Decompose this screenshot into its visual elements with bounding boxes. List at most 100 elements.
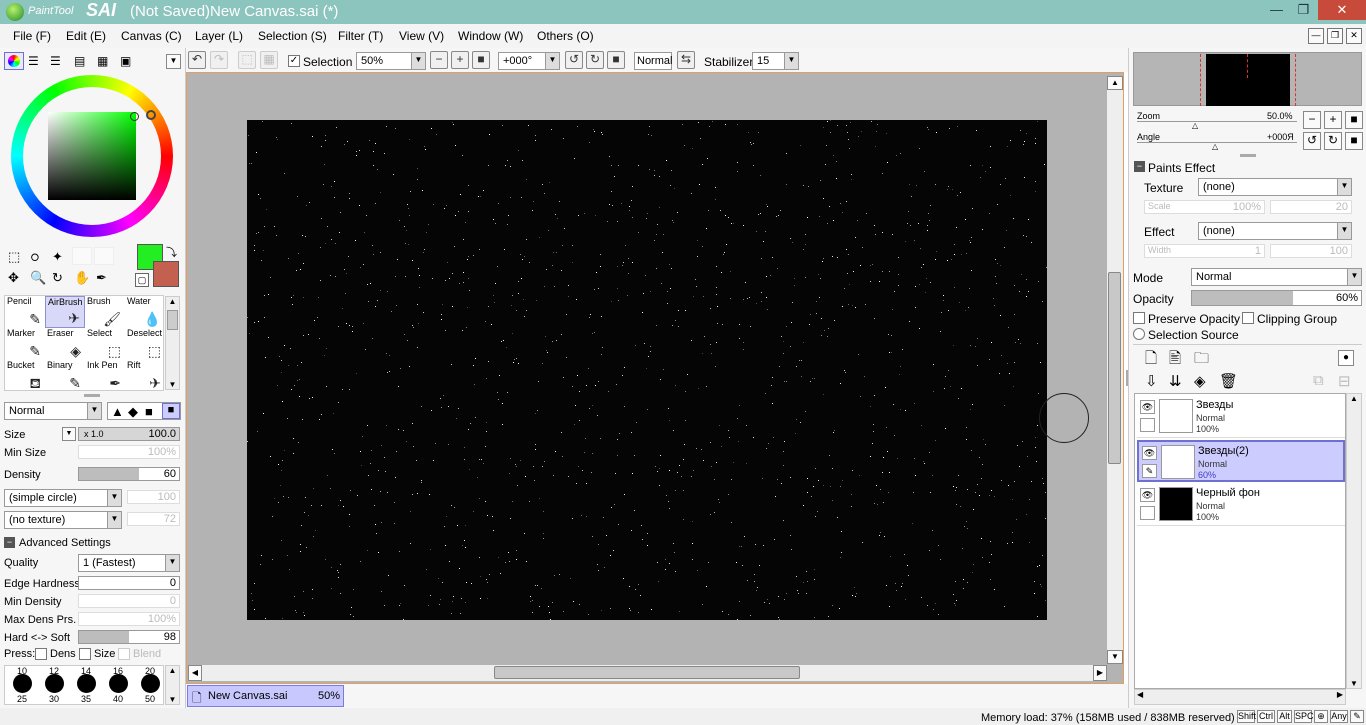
effect-select[interactable]: (none) ▼ bbox=[1198, 222, 1352, 240]
rotate-left-button[interactable]: ↺ bbox=[565, 51, 583, 69]
invert-selection-button[interactable]: ▦ bbox=[260, 51, 278, 69]
clear-layer-icon[interactable]: ◈ bbox=[1194, 372, 1206, 390]
navigator-preview[interactable] bbox=[1133, 52, 1362, 106]
mdi-minimize-button[interactable]: — bbox=[1308, 28, 1324, 44]
view-blend-select[interactable]: Normal bbox=[634, 52, 672, 70]
new-layer-icon[interactable]: 🗋 bbox=[1145, 348, 1157, 373]
scroll-right-button[interactable]: ▶ bbox=[1093, 665, 1107, 681]
menu-selection[interactable]: Selection (S) bbox=[258, 29, 327, 43]
mdi-restore-button[interactable]: ❐ bbox=[1327, 28, 1343, 44]
effect-width-slider[interactable]: Width 1 bbox=[1144, 244, 1265, 258]
new-folder-icon[interactable]: 🗀 bbox=[1194, 348, 1209, 373]
shape-strength-slider[interactable]: 100 bbox=[127, 490, 180, 504]
nav-zoom-in-button[interactable]: + bbox=[1324, 111, 1342, 129]
nav-zoom-reset-button[interactable]: ■ bbox=[1345, 111, 1363, 129]
close-button[interactable]: ✕ bbox=[1318, 0, 1366, 20]
press-size-checkbox[interactable] bbox=[79, 648, 91, 660]
collapse-advanced-icon[interactable]: − bbox=[4, 537, 15, 548]
stabilizer-select[interactable]: 15 ▼ bbox=[752, 52, 799, 70]
tool-eraser[interactable]: Eraser ◈ bbox=[45, 328, 85, 360]
brush-size-preset[interactable]: 10 25 bbox=[7, 666, 37, 704]
scroll-left-button[interactable]: ◀ bbox=[188, 665, 202, 681]
move-icon[interactable]: ✥ bbox=[8, 270, 19, 286]
vertical-scroll-thumb[interactable] bbox=[1108, 272, 1121, 464]
tool-ink-pen[interactable]: Ink Pen ✒ bbox=[85, 360, 125, 392]
navigator-splitter[interactable] bbox=[1240, 154, 1256, 157]
rgb-slider-tab[interactable]: ☰ bbox=[28, 54, 39, 68]
rotate-right-button[interactable]: ↻ bbox=[586, 51, 604, 69]
brush-tip-shapes[interactable]: ▲ ◆ ■ ■ bbox=[107, 402, 181, 420]
menu-others[interactable]: Others (O) bbox=[537, 29, 594, 43]
min-density-slider[interactable]: 0 bbox=[78, 594, 180, 608]
zoom-in-button[interactable]: + bbox=[451, 51, 469, 69]
press-dens-checkbox[interactable] bbox=[35, 648, 47, 660]
transfer-down-icon[interactable]: ⇩ bbox=[1145, 372, 1158, 390]
tool-marker[interactable]: Marker ✎ bbox=[5, 328, 45, 360]
hue-cursor[interactable] bbox=[146, 110, 156, 120]
tool-airbrush[interactable]: AirBrush ✈ bbox=[45, 296, 85, 328]
nav-zoom-out-button[interactable]: − bbox=[1303, 111, 1321, 129]
angle-select[interactable]: +000° ▼ bbox=[498, 52, 560, 70]
layer-mode-select[interactable]: Normal ▼ bbox=[1191, 268, 1362, 286]
vertical-scrollbar[interactable]: ▲ ▼ bbox=[1107, 76, 1123, 664]
tip-round-icon[interactable]: ◆ bbox=[128, 404, 138, 420]
zoom-reset-button[interactable]: ■ bbox=[472, 51, 490, 69]
texture-scale-slider[interactable]: Scale 100% bbox=[1144, 200, 1265, 214]
color-mixer-tab[interactable]: ▤ bbox=[74, 54, 85, 68]
scroll-up-button[interactable]: ▲ bbox=[1107, 76, 1123, 90]
brush-icon[interactable]: ✎ bbox=[1142, 464, 1157, 478]
undo-button[interactable]: ↶ bbox=[188, 51, 206, 69]
texture-strength-slider[interactable]: 72 bbox=[127, 512, 180, 526]
tool-binary[interactable]: Binary ✎ bbox=[45, 360, 85, 392]
paper-texture-select[interactable]: (none) ▼ bbox=[1198, 178, 1352, 196]
scroll-down-button[interactable]: ▼ bbox=[1107, 650, 1123, 664]
paints-effect-title[interactable]: Paints Effect bbox=[1148, 161, 1215, 175]
rect-select-icon[interactable]: ⬚ bbox=[8, 249, 20, 265]
eye-icon[interactable]: 👁 bbox=[1142, 446, 1157, 460]
brush-size-preset[interactable]: 12 30 bbox=[39, 666, 69, 704]
effect-strength-slider[interactable]: 100 bbox=[1270, 244, 1352, 258]
nav-zoom-thumb[interactable]: △ bbox=[1192, 121, 1198, 130]
hard-soft-slider[interactable]: 98 bbox=[78, 630, 180, 644]
density-slider[interactable]: 60 bbox=[78, 467, 180, 481]
nav-rotate-right-button[interactable]: ↻ bbox=[1324, 132, 1342, 150]
min-size-slider[interactable]: 100% bbox=[78, 445, 180, 459]
horizontal-scrollbar[interactable]: ◀ ▶ bbox=[188, 665, 1107, 681]
tool-deselect[interactable]: Deselect ⬚ bbox=[125, 328, 165, 360]
tool-brush[interactable]: Brush 🖌 bbox=[85, 296, 125, 328]
mdi-close-button[interactable]: ✕ bbox=[1346, 28, 1362, 44]
collapse-paints-effect-icon[interactable]: − bbox=[1134, 161, 1145, 172]
eye-icon[interactable]: 👁 bbox=[1140, 488, 1155, 502]
magic-wand-icon[interactable]: ✦ bbox=[52, 249, 63, 265]
hand-icon[interactable]: ✋ bbox=[74, 270, 90, 286]
selection-checkbox[interactable]: ✓ bbox=[288, 55, 300, 67]
tool-pencil[interactable]: Pencil ✎ bbox=[5, 296, 45, 328]
brush-size-preset[interactable]: 20 50 bbox=[135, 666, 163, 704]
panel-splitter[interactable] bbox=[84, 394, 100, 397]
max-dens-slider[interactable]: 100% bbox=[78, 612, 180, 626]
layer-row[interactable]: 👁 ✎ Звезды(2) Normal 60% bbox=[1137, 440, 1345, 482]
redo-button[interactable]: ↷ bbox=[210, 51, 228, 69]
texture-strength-slider-right[interactable]: 20 bbox=[1270, 200, 1352, 214]
brush-blend-mode-select[interactable]: Normal ▼ bbox=[4, 402, 102, 420]
tip-flat-icon[interactable]: ■ bbox=[145, 404, 153, 419]
lasso-icon[interactable]: ഠ bbox=[30, 249, 39, 265]
minimize-button[interactable]: — bbox=[1263, 0, 1290, 20]
swap-colors-icon[interactable]: ⤵ bbox=[166, 244, 177, 260]
menu-canvas[interactable]: Canvas (C) bbox=[121, 29, 182, 43]
scratchpad-tab[interactable]: ▣ bbox=[120, 54, 131, 68]
rotate-reset-button[interactable]: ■ bbox=[607, 51, 625, 69]
delete-layer-icon[interactable]: 🗑 bbox=[1219, 372, 1238, 390]
layers-h-scrollbar[interactable]: ◀ ▶ bbox=[1134, 689, 1346, 705]
secondary-color-swatch[interactable] bbox=[153, 261, 179, 287]
hsv-slider-tab[interactable]: ☰ bbox=[50, 54, 61, 68]
eyedropper-icon[interactable]: ✒ bbox=[96, 270, 107, 286]
tool-water[interactable]: Water 💧 bbox=[125, 296, 165, 328]
brush-size-scrollbar[interactable]: ▲ ▼ bbox=[165, 665, 180, 705]
eye-icon[interactable]: 👁 bbox=[1140, 400, 1155, 414]
preserve-opacity-checkbox[interactable] bbox=[1133, 312, 1145, 324]
tool-rift[interactable]: Rift ✈ bbox=[125, 360, 165, 392]
color-panel-menu-button[interactable]: ▼ bbox=[166, 54, 181, 69]
brush-size-preset[interactable]: 16 40 bbox=[103, 666, 133, 704]
swatches-tab[interactable]: ▦ bbox=[97, 54, 108, 68]
